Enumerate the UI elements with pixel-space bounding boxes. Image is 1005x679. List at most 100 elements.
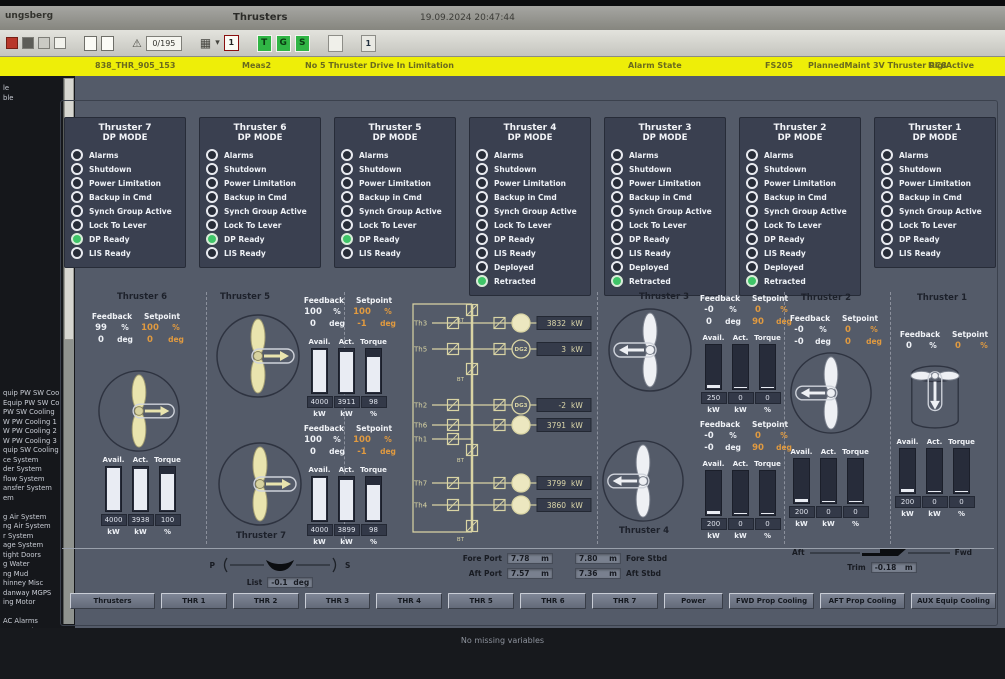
sidebar-item[interactable]: em xyxy=(3,494,63,504)
sidebar-item[interactable]: le xyxy=(3,84,63,94)
gauge-value: 0 xyxy=(949,496,975,508)
gauge-unit: % xyxy=(764,532,771,540)
status-label: Lock To Lever xyxy=(764,221,821,230)
tile-blank-button[interactable] xyxy=(328,35,343,52)
status-label: Retracted xyxy=(629,277,671,286)
tile-t-button[interactable]: T xyxy=(257,35,272,52)
pct-unit: % xyxy=(376,435,400,445)
sidebar-item[interactable]: W PW Cooling 3 xyxy=(3,437,63,447)
sidebar-item[interactable]: danway MGPS xyxy=(3,589,63,599)
nav-thr4-button[interactable]: THR 4 xyxy=(376,593,442,609)
status-label: Alarms xyxy=(494,151,523,160)
generator-kw: 3860 xyxy=(547,501,566,510)
feedback-deg: -0 xyxy=(786,337,812,347)
alarm-bell-icon[interactable]: ⚠ xyxy=(132,38,142,49)
status-label: Alarms xyxy=(764,151,793,160)
nav-thr5-button[interactable]: THR 5 xyxy=(448,593,514,609)
nav-thr6-button[interactable]: THR 6 xyxy=(520,593,586,609)
fore-port-field: 7.78m xyxy=(507,553,553,564)
gauge-bar xyxy=(820,458,837,504)
status-led xyxy=(71,191,83,203)
sidebar-item[interactable]: Equip PW SW Co xyxy=(3,399,63,409)
status-bar: No missing variables xyxy=(0,628,1005,679)
nav-thr7-button[interactable]: THR 7 xyxy=(592,593,658,609)
gauge-bar xyxy=(311,476,328,522)
gauge-label: Act. xyxy=(821,448,837,456)
tile-g-button[interactable]: G xyxy=(276,35,291,52)
divider xyxy=(206,292,207,544)
gauge-bar xyxy=(732,470,749,516)
sidebar-item[interactable]: g Air System xyxy=(3,513,63,523)
deg-unit: deg xyxy=(722,443,744,453)
nav-thr2-button[interactable]: THR 2 xyxy=(233,593,299,609)
thruster-5-feedback-setpoint: FeedbackSetpoint 100%100% 0deg-1deg xyxy=(300,296,400,329)
sidebar-item[interactable]: W PW Cooling 1 xyxy=(3,418,63,428)
aft-stbd-value: 7.36 xyxy=(579,569,598,578)
grid-icon[interactable]: ▦ xyxy=(200,37,211,49)
nav-aux-equip-cooling-button[interactable]: AUX Equip Cooling xyxy=(911,593,996,609)
feedback-pct: 100 xyxy=(300,307,326,317)
sidebar-item[interactable]: ng Air System xyxy=(3,522,63,532)
gauge-bar xyxy=(759,470,776,516)
sidebar-item[interactable]: der System xyxy=(3,465,63,475)
status-label: Backup in Cmd xyxy=(224,193,287,202)
sidebar-item[interactable]: ble xyxy=(3,94,63,104)
page-number[interactable]: 1 xyxy=(224,35,239,51)
status-label: DP Ready xyxy=(224,235,265,244)
status-label: LIS Ready xyxy=(224,249,266,258)
tile-s-button[interactable]: S xyxy=(295,35,310,52)
gauge-label: Torque xyxy=(154,456,181,464)
nav-thrusters-button[interactable]: Thrusters xyxy=(70,593,155,609)
thruster-3-gauge: Avail.Act.Torque 25000 kWkW% xyxy=(700,334,781,414)
status-led xyxy=(476,149,488,161)
gauge-unit: kW xyxy=(822,520,834,528)
status-label: DP Ready xyxy=(764,235,805,244)
brand-logo: ungsberg xyxy=(5,11,53,21)
sidebar-item[interactable]: quip PW SW Coo xyxy=(3,389,63,399)
sidebar-item[interactable]: hinney Misc xyxy=(3,579,63,589)
print-icon[interactable] xyxy=(84,36,97,51)
feedback-deg: 0 xyxy=(696,317,722,327)
status-led xyxy=(611,191,623,203)
gauge-value: 4000 xyxy=(101,514,127,526)
aft-port-field: 7.57m xyxy=(507,568,553,579)
sidebar-item[interactable]: AC Alarms xyxy=(3,617,63,627)
sidebar-item[interactable]: quip SW Cooling xyxy=(3,446,63,456)
sidebar-item[interactable]: PW SW Cooling xyxy=(3,408,63,418)
status-label: DP Ready xyxy=(89,235,130,244)
sidebar-item[interactable]: g Water xyxy=(3,560,63,570)
tool-icon-1[interactable] xyxy=(22,37,34,49)
feedback-deg: 0 xyxy=(300,319,326,329)
sidebar-item[interactable]: age System xyxy=(3,541,63,551)
sidebar-item[interactable]: ing Motor xyxy=(3,598,63,608)
chevron-down-icon[interactable]: ▾ xyxy=(215,38,220,48)
tile-1-button[interactable]: 1 xyxy=(361,35,376,52)
nav-aft-prop-cooling-button[interactable]: AFT Prop Cooling xyxy=(820,593,905,609)
sidebar-item[interactable]: tight Doors xyxy=(3,551,63,561)
thruster-5-gauge: Avail.Act.Torque 4000391198 kWkW% xyxy=(306,338,387,418)
sidebar-item[interactable]: ansfer System xyxy=(3,484,63,494)
app-icon[interactable] xyxy=(6,37,18,49)
sidebar-item[interactable]: W PW Cooling 2 xyxy=(3,427,63,437)
sidebar-item[interactable]: r System xyxy=(3,532,63,542)
tool-icon-2[interactable] xyxy=(38,37,50,49)
sidebar-item[interactable]: ng Mud xyxy=(3,570,63,580)
thruster-2-gauge: Avail.Act.Torque 20000 kWkW% xyxy=(788,448,869,528)
alarm-line[interactable]: 838_THR_905_153 Meas2 No 5 Thruster Driv… xyxy=(0,57,1005,76)
status-label: DP Ready xyxy=(629,235,670,244)
fore-stbd-value: 7.80 xyxy=(579,554,598,563)
list-unit: deg xyxy=(293,578,309,587)
status-led xyxy=(746,205,758,217)
gauge-value: 0 xyxy=(755,392,781,404)
sidebar-item[interactable]: ce System xyxy=(3,456,63,466)
nav-thr1-button[interactable]: THR 1 xyxy=(161,593,227,609)
bus-tie-label: BT xyxy=(457,377,465,383)
tool-icon-3[interactable] xyxy=(54,37,66,49)
copy-icon[interactable] xyxy=(101,36,114,51)
sidebar-item[interactable]: flow System xyxy=(3,475,63,485)
status-led xyxy=(611,261,623,273)
nav-fwd-prop-cooling-button[interactable]: FWD Prop Cooling xyxy=(729,593,814,609)
status-label: Synch Group Active xyxy=(359,207,442,216)
nav-thr3-button[interactable]: THR 3 xyxy=(305,593,371,609)
nav-power-button[interactable]: Power xyxy=(664,593,723,609)
